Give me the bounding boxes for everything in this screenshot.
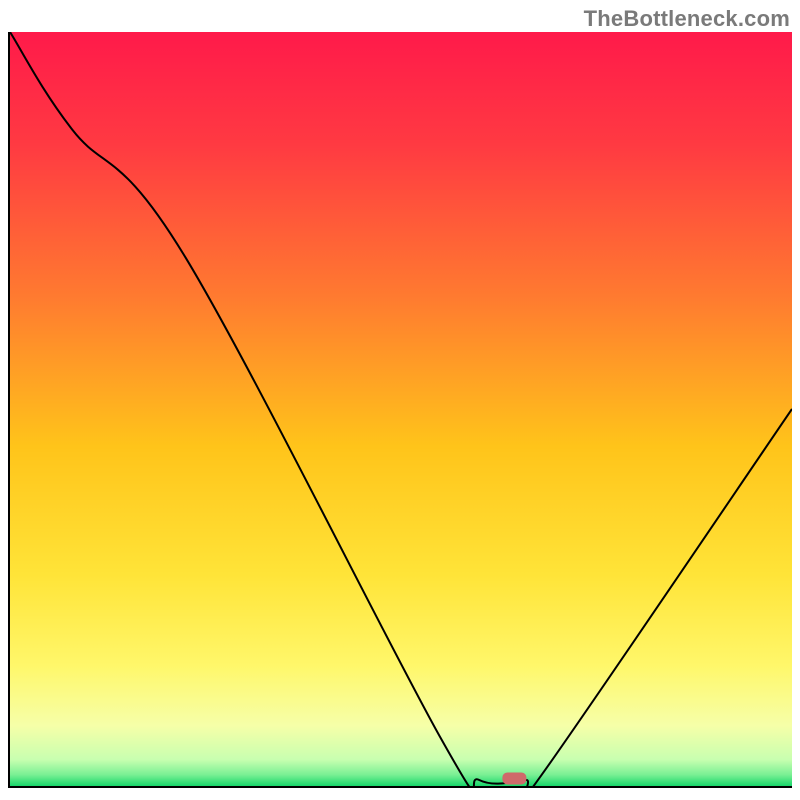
chart-container: TheBottleneck.com [0,0,800,800]
chart-svg [10,32,792,786]
watermark-text: TheBottleneck.com [584,6,790,32]
gradient-background [10,32,792,786]
plot-area [8,32,792,788]
optimum-marker [502,772,526,784]
